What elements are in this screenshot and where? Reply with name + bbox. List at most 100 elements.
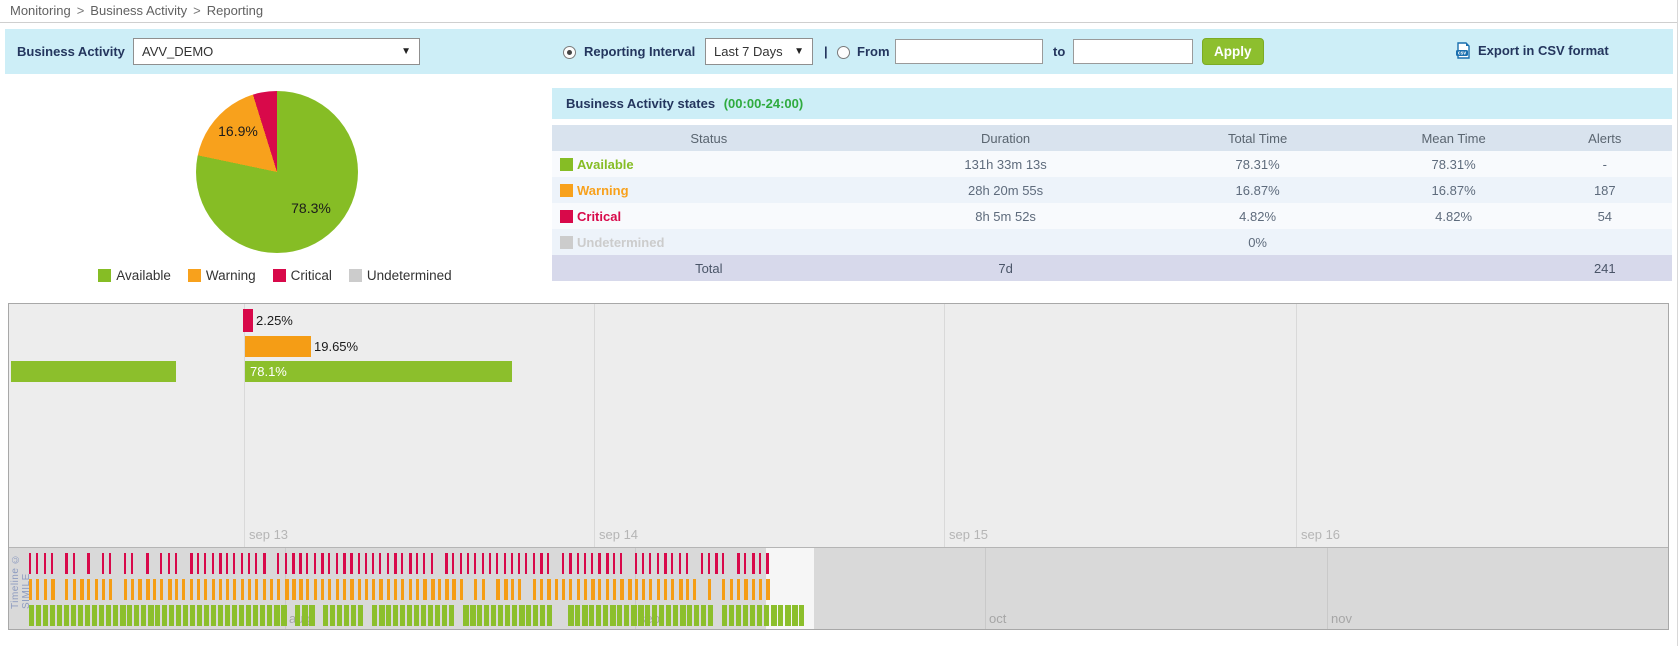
timeline-tick <box>387 553 389 574</box>
timeline-tick <box>484 605 489 626</box>
mean-time-cell <box>1370 229 1538 255</box>
timeline-tick <box>226 553 228 574</box>
timeline-tick <box>498 605 503 626</box>
timeline-tick <box>666 605 671 626</box>
warning-color-swatch <box>188 269 201 282</box>
csv-file-icon: csv <box>1455 42 1472 59</box>
timeline-tick <box>285 579 289 600</box>
timeline-tick <box>722 579 725 600</box>
reporting-interval-label: Reporting Interval <box>584 44 695 59</box>
timeline-tick <box>350 553 353 574</box>
timeline-tick <box>124 553 126 574</box>
timeline-tick <box>511 553 513 574</box>
timeline-tick <box>387 579 390 600</box>
breadcrumb-link-monitoring[interactable]: Monitoring <box>10 3 71 18</box>
timeline-tick <box>547 553 549 574</box>
timeline-tick <box>555 579 558 600</box>
duration-cell: 28h 20m 55s <box>866 177 1146 203</box>
timeline-tick <box>233 579 236 600</box>
timeline-tick <box>78 605 83 626</box>
duration-cell: 8h 5m 52s <box>866 203 1146 229</box>
timeline-overview-band[interactable]: augsepoctnov <box>9 547 1668 629</box>
to-label: to <box>1053 44 1065 59</box>
timeline-tick <box>92 605 97 626</box>
timeline-tick <box>51 579 55 600</box>
timeline-tick <box>393 605 398 626</box>
timeline-tick <box>649 553 651 574</box>
timeline-tick <box>162 605 167 626</box>
timeline-main-band[interactable]: sep 13sep 14sep 15sep 162.25%19.65%78.1% <box>9 304 1668 547</box>
timeline-tick <box>589 605 594 626</box>
reporting-interval-radio[interactable] <box>563 46 576 59</box>
availability-pie-chart: 78.3% 16.9% <box>196 91 358 253</box>
timeline-tick <box>540 605 545 626</box>
business-activity-select[interactable]: AVV_DEMO ▼ <box>133 38 420 65</box>
timeline-bar-critical[interactable] <box>243 309 253 332</box>
breadcrumb-link-reporting[interactable]: Reporting <box>207 3 263 18</box>
timeline-tick <box>598 579 601 600</box>
legend-label: Critical <box>291 268 332 283</box>
timeline-tick <box>792 605 798 626</box>
to-date-input[interactable] <box>1073 39 1193 64</box>
mean-time-cell: 4.82% <box>1370 203 1538 229</box>
timeline-tick <box>409 553 412 574</box>
export-csv-link[interactable]: csv Export in CSV format <box>1455 42 1609 59</box>
timeline-tick <box>671 579 674 600</box>
from-date-input[interactable] <box>895 39 1043 64</box>
export-csv-label: Export in CSV format <box>1478 43 1609 58</box>
timeline-tick <box>467 553 469 574</box>
table-row-warning: Warning 28h 20m 55s 16.87% 16.87% 187 <box>552 177 1672 203</box>
timeline-bar-warning[interactable] <box>245 336 311 357</box>
timeline-tick <box>80 579 84 600</box>
timeline-tick <box>694 605 699 626</box>
timeline-tick <box>169 605 174 626</box>
status-label: Undetermined <box>577 235 664 250</box>
apply-button[interactable]: Apply <box>1202 38 1264 65</box>
breadcrumb-separator: > <box>77 3 85 18</box>
timeline-bar-available-left[interactable] <box>11 361 176 382</box>
timeline-tick <box>610 605 616 626</box>
timeline-tick <box>365 553 367 574</box>
timeline-tick <box>708 553 710 574</box>
timeline-tick <box>211 605 216 626</box>
timeline-tick <box>744 553 746 574</box>
timeline-tick <box>603 605 608 626</box>
timeline-tick <box>671 553 673 574</box>
timeline-tick <box>372 553 374 574</box>
timeline-tick <box>131 553 133 574</box>
timeline-tick <box>358 579 361 600</box>
column-header-status: Status <box>552 125 866 151</box>
reporting-interval-select[interactable]: Last 7 Days ▼ <box>705 38 813 65</box>
timeline-tick <box>693 579 696 600</box>
timeline-tick <box>482 553 484 574</box>
timeline-tick <box>575 605 580 626</box>
timeline-tick <box>358 553 360 574</box>
timeline-tick <box>248 553 250 574</box>
timeline-tick <box>533 579 536 600</box>
timeline-tick <box>759 553 761 574</box>
legend-item-available: Available <box>98 268 171 283</box>
pie-slice-label-warning: 16.9% <box>218 123 258 139</box>
timeline-tick <box>635 553 637 574</box>
timeline-tick <box>659 605 664 626</box>
timeline-tick <box>401 579 404 600</box>
timeline-tick <box>642 579 645 600</box>
timeline-tick <box>584 553 586 574</box>
chevron-down-icon: ▼ <box>401 46 411 57</box>
timeline-tick <box>277 579 280 600</box>
timeline-tick <box>649 579 652 600</box>
total-time-cell: 16.87% <box>1146 177 1370 203</box>
breadcrumb-link-business-activity[interactable]: Business Activity <box>90 3 187 18</box>
timeline-tick <box>71 605 76 626</box>
custom-period-radio[interactable] <box>837 46 850 59</box>
timeline-tick <box>708 579 711 600</box>
timeline-tick <box>657 553 659 574</box>
timeline-tick <box>44 553 46 574</box>
legend-item-undetermined: Undetermined <box>349 268 452 283</box>
timeline-tick <box>591 553 593 574</box>
timeline-tick <box>722 553 724 574</box>
timeline-tick <box>183 605 188 626</box>
timeline-tick <box>757 605 762 626</box>
timeline-tick <box>379 605 385 626</box>
timeline-tick <box>379 579 383 600</box>
